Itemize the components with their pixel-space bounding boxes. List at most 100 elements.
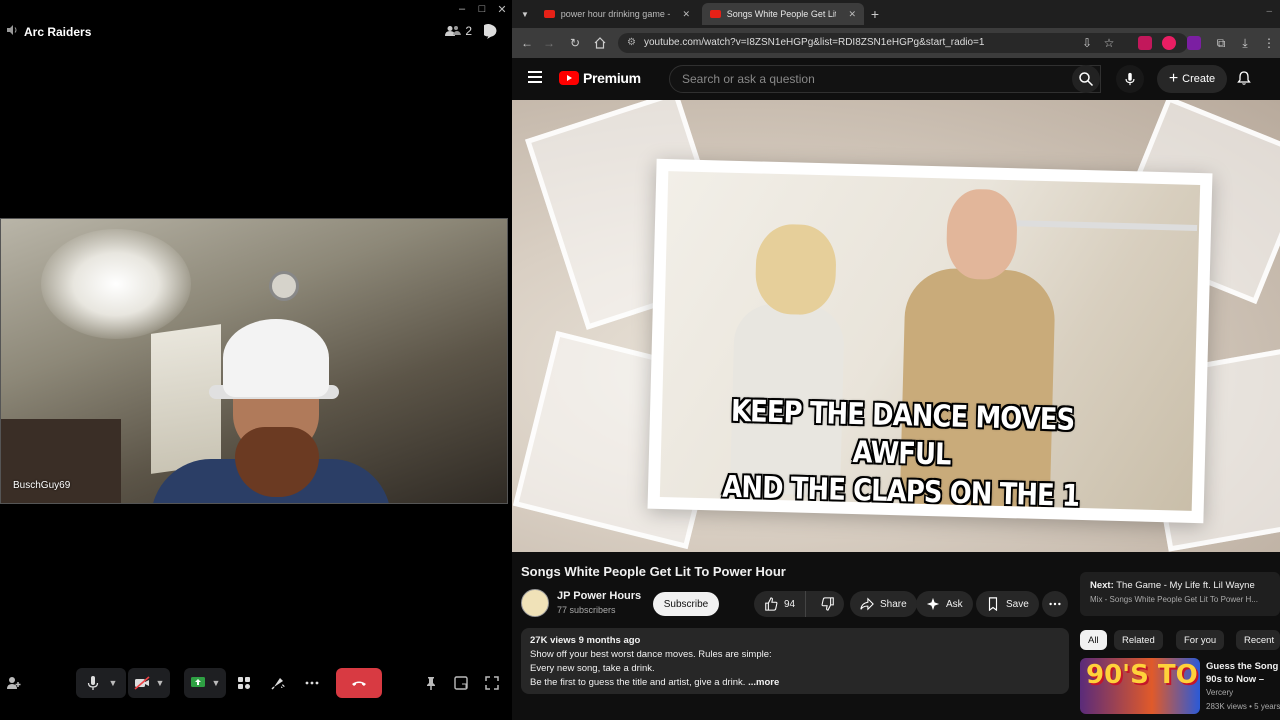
minimize-button[interactable]: – — [1266, 6, 1272, 17]
browser-window: ▼ power hour drinking game - Yo ✕ Songs … — [512, 0, 1280, 720]
wall-clock — [269, 271, 299, 301]
extension-2-icon[interactable] — [1162, 36, 1176, 50]
reload-button[interactable]: ↻ — [566, 34, 584, 52]
search-input[interactable]: Search or ask a question — [669, 65, 1101, 93]
minimize-button[interactable]: – — [452, 0, 472, 18]
microphone-button[interactable]: ▼ — [76, 668, 126, 698]
video-title: Songs White People Get Lit To Power Hour — [521, 564, 786, 579]
chip-related[interactable]: Related — [1114, 630, 1163, 650]
subscribe-button[interactable]: Subscribe — [653, 592, 719, 616]
youtube-favicon-icon — [544, 10, 555, 18]
couch — [1, 419, 121, 503]
extension-3-icon[interactable] — [1187, 36, 1201, 50]
youtube-premium-logo[interactable]: Premium — [559, 70, 641, 86]
downloads-button[interactable]: ⤓ — [1236, 34, 1254, 52]
recommended-video-thumbnail[interactable]: 90'S TO — [1080, 658, 1200, 714]
man-head — [945, 188, 1018, 281]
video-player[interactable]: KEEP THE DANCE MOVES AWFUL AND THE CLAPS… — [512, 100, 1280, 552]
hard-hat — [223, 319, 329, 397]
more-icon — [1049, 602, 1061, 606]
add-user-button[interactable] — [4, 668, 24, 698]
fullscreen-button[interactable] — [481, 668, 503, 698]
recommended-video-channel[interactable]: Vercery — [1206, 688, 1233, 697]
ask-button[interactable]: Ask — [916, 591, 973, 617]
channel-name[interactable]: JP Power Hours — [557, 590, 641, 602]
home-button[interactable] — [591, 34, 609, 52]
like-button[interactable]: 94 — [754, 591, 807, 617]
new-tab-button[interactable]: + — [866, 5, 884, 23]
tab-strip: ▼ power hour drinking game - Yo ✕ Songs … — [512, 0, 1280, 28]
channel-avatar[interactable] — [521, 589, 549, 617]
youtube-logo-icon — [559, 71, 579, 85]
participant-video-tile[interactable]: BuschGuy69 — [0, 218, 508, 504]
screen-share-button[interactable]: ▼ — [184, 668, 226, 698]
chip-for-you[interactable]: For you — [1176, 630, 1225, 650]
chevron-down-icon[interactable]: ▼ — [109, 678, 118, 688]
share-icon — [860, 597, 874, 611]
kitchen-scene: KEEP THE DANCE MOVES AWFUL AND THE CLAPS… — [659, 171, 1201, 511]
menu-icon: ⋮ — [1263, 36, 1275, 50]
next-video: Next: The Game - My Life ft. Lil Wayne — [1090, 580, 1255, 591]
video-description[interactable]: 27K views 9 months ago Show off your bes… — [521, 628, 1069, 694]
chat-bubble-icon[interactable] — [481, 24, 500, 40]
chevron-down-icon[interactable]: ▼ — [212, 678, 221, 688]
chip-recent[interactable]: Recent — [1236, 630, 1280, 650]
voice-search-button[interactable] — [1116, 65, 1144, 93]
chevron-down-icon[interactable]: ▼ — [156, 678, 165, 688]
playlist-next-card[interactable]: Next: The Game - My Life ft. Lil Wayne M… — [1080, 572, 1280, 616]
arrow-right-icon: → — [543, 36, 555, 50]
notifications-button[interactable] — [1236, 70, 1252, 86]
show-more-link[interactable]: ...more — [748, 677, 779, 688]
recommended-video-stats: 283K views • 5 years — [1206, 702, 1280, 711]
chip-all[interactable]: All — [1080, 630, 1107, 650]
back-button[interactable]: ← — [518, 34, 536, 52]
dislike-button[interactable] — [812, 591, 844, 617]
extension-1-icon[interactable] — [1138, 36, 1152, 50]
more-options-button[interactable] — [300, 668, 324, 698]
tab-search-button[interactable]: ▼ — [516, 5, 534, 23]
participant-count: 2 — [465, 24, 472, 38]
thumbnail-text: 90'S TO — [1086, 660, 1198, 690]
window-controls: – □ ✕ — [452, 0, 512, 18]
chevron-down-icon: ▼ — [521, 9, 529, 19]
video-frame-photo: KEEP THE DANCE MOVES AWFUL AND THE CLAPS… — [647, 158, 1213, 524]
install-app-button[interactable]: ⇩ — [1078, 34, 1096, 52]
share-button[interactable]: Share — [850, 591, 917, 617]
save-button[interactable]: Save — [976, 591, 1039, 617]
more-actions-button[interactable] — [1042, 591, 1068, 617]
maximize-button[interactable]: □ — [472, 0, 492, 18]
camera-button[interactable]: ▼ — [128, 668, 170, 698]
channel-name: Arc Raiders — [24, 24, 92, 39]
create-button[interactable]: + Create — [1157, 65, 1227, 93]
tab-songs-white-people[interactable]: Songs White People Get Lit To ✕ — [702, 3, 864, 25]
search-button[interactable] — [1072, 65, 1100, 93]
close-button[interactable]: ✕ — [492, 0, 512, 18]
pin-button[interactable] — [420, 668, 442, 698]
participants-button[interactable]: 2 — [445, 24, 472, 38]
disconnect-button[interactable] — [336, 668, 382, 698]
hang-up-icon — [352, 681, 366, 686]
browser-menu-button[interactable]: ⋮ — [1260, 34, 1278, 52]
site-info-icon[interactable]: ⚙ — [627, 33, 636, 53]
youtube-favicon-icon — [710, 10, 721, 18]
bookmark-button[interactable]: ☆ — [1100, 34, 1118, 52]
hamburger-menu-icon[interactable] — [528, 71, 542, 83]
description-line: Be the first to guess the title and arti… — [530, 677, 780, 688]
discord-call-panel: – □ ✕ Arc Raiders 2 BuschGuy69 ▼ ▼ ▼ — [0, 0, 512, 720]
forward-button[interactable]: → — [540, 34, 558, 52]
extensions-button[interactable]: ⧉ — [1212, 34, 1230, 52]
thumbs-down-icon — [821, 597, 834, 611]
soundboard-button[interactable] — [266, 668, 290, 698]
arrow-left-icon: ← — [521, 36, 533, 50]
close-tab-icon[interactable]: ✕ — [682, 9, 690, 20]
activities-button[interactable] — [232, 668, 256, 698]
popout-button[interactable] — [450, 668, 472, 698]
subscriber-count: 77 subscribers — [557, 605, 616, 615]
tab-power-hour-search[interactable]: power hour drinking game - Yo ✕ — [536, 3, 698, 25]
description-line: Every new song, take a drink. — [530, 663, 655, 674]
close-tab-icon[interactable]: ✕ — [848, 9, 856, 20]
bell-icon — [1237, 71, 1251, 85]
add-person-icon — [7, 677, 21, 689]
activities-icon — [238, 677, 250, 689]
recommended-video-title[interactable]: Guess the Song - 90s to Now – — [1206, 660, 1280, 686]
